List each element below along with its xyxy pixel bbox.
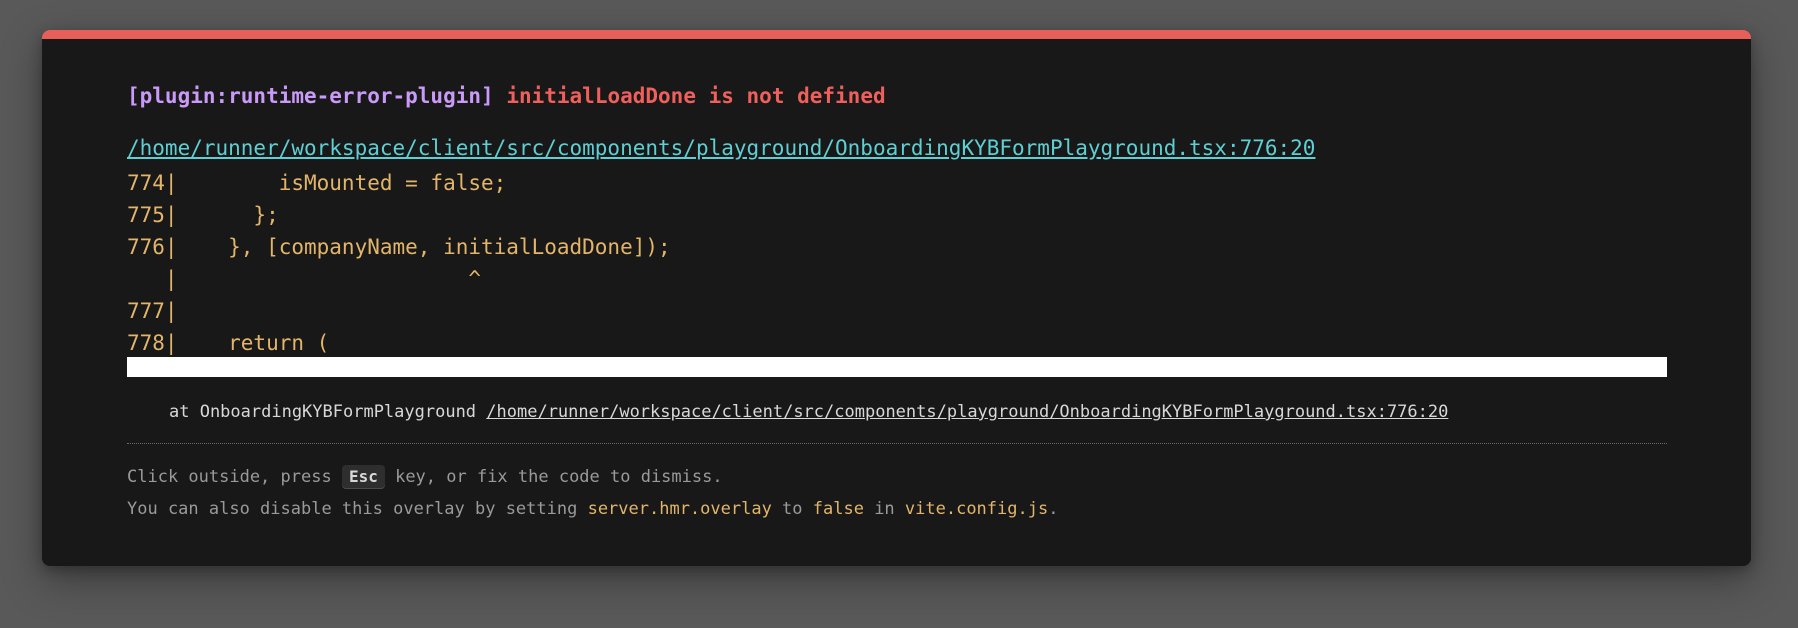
- stack-frame-label: at OnboardingKYBFormPlayground: [169, 402, 487, 422]
- error-file-link[interactable]: /home/runner/workspace/client/src/compon…: [127, 135, 1315, 161]
- error-overlay-window: [plugin:runtime-error-plugin] initialLoa…: [42, 30, 1751, 566]
- tip-text: to: [771, 499, 813, 519]
- stack-frame-link[interactable]: /home/runner/workspace/client/src/compon…: [486, 402, 1448, 422]
- plugin-label: [plugin:runtime-error-plugin]: [127, 84, 494, 108]
- code-line-caret: | ^: [127, 267, 482, 291]
- code-frame: 774| isMounted = false; 775| }; 776| }, …: [127, 167, 671, 359]
- code-line: 776| }, [companyName, initialLoadDone]);: [127, 235, 671, 259]
- tip-text: key, or fix the code to dismiss.: [384, 467, 723, 487]
- code-line: 775| };: [127, 203, 279, 227]
- config-file-highlight: vite.config.js: [904, 499, 1049, 519]
- error-text: initialLoadDone is not defined: [506, 84, 886, 108]
- code-line: 777|: [127, 299, 178, 323]
- error-message: [plugin:runtime-error-plugin] initialLoa…: [127, 83, 886, 109]
- disable-overlay-tip: You can also disable this overlay by set…: [127, 497, 1058, 521]
- config-key-highlight: server.hmr.overlay: [587, 499, 772, 519]
- stack-trace: at OnboardingKYBFormPlayground /home/run…: [169, 401, 1448, 423]
- stack-separator-bar: [127, 357, 1667, 377]
- tip-text: Click outside, press: [127, 467, 342, 487]
- tip-text: .: [1048, 499, 1059, 519]
- tip-text: in: [863, 499, 905, 519]
- dismiss-tip: Click outside, press Esc key, or fix the…: [127, 465, 723, 489]
- tip-text: You can also disable this overlay by set…: [127, 499, 588, 519]
- code-line: 774| isMounted = false;: [127, 171, 507, 195]
- divider: [127, 443, 1667, 444]
- config-value-highlight: false: [812, 499, 864, 519]
- esc-key-badge: Esc: [341, 465, 385, 489]
- code-line: 778| return (: [127, 331, 330, 355]
